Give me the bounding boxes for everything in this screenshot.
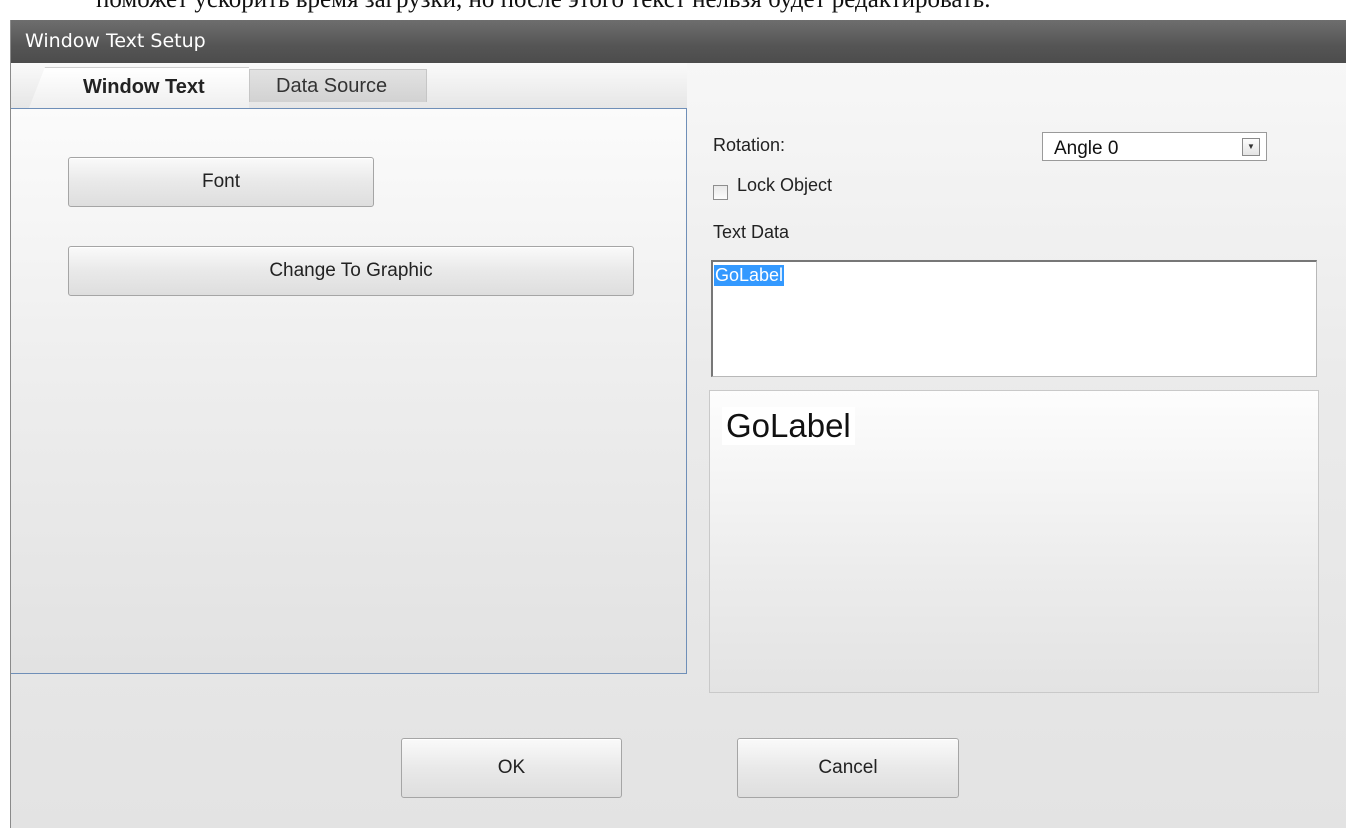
title-bar[interactable]: Window Text Setup: [11, 20, 1346, 63]
document-caption-text: поможет ускорить время загрузки, но посл…: [96, 0, 990, 14]
preview-text: GoLabel: [722, 407, 855, 445]
dialog-content: Window Text Data Source Font Change To G…: [11, 63, 1346, 828]
cancel-button[interactable]: Cancel: [737, 738, 959, 798]
tab-strip: Window Text Data Source: [11, 63, 687, 108]
ok-button-label: OK: [497, 757, 526, 778]
rotation-select-value: Angle 0: [1054, 138, 1119, 159]
rotation-select[interactable]: Angle 0 ▼: [1042, 132, 1267, 161]
change-to-graphic-button-label: Change To Graphic: [269, 260, 433, 281]
window-text-setup-dialog: Window Text Setup Window Text Data Sourc…: [10, 20, 1346, 828]
window-text-tab-panel: Font Change To Graphic: [11, 108, 687, 674]
tab-window-text[interactable]: Window Text: [29, 67, 249, 108]
rotation-label: Rotation:: [713, 135, 786, 155]
tab-data-source-label: Data Source: [276, 75, 388, 97]
text-data-input[interactable]: GoLabel: [711, 260, 1317, 377]
tab-window-text-label: Window Text: [83, 76, 205, 98]
ok-button[interactable]: OK: [401, 738, 622, 798]
lock-object-checkbox[interactable]: [713, 185, 728, 200]
change-to-graphic-button[interactable]: Change To Graphic: [68, 246, 634, 296]
text-data-selected-text[interactable]: GoLabel: [714, 265, 785, 286]
lock-object-label[interactable]: Lock Object: [737, 175, 832, 196]
font-button-label: Font: [201, 171, 241, 192]
document-caption: поможет ускорить время загрузки, но посл…: [0, 0, 1346, 20]
window-title: Window Text Setup: [25, 30, 206, 52]
tab-data-source[interactable]: Data Source: [249, 69, 427, 102]
font-button[interactable]: Font: [68, 157, 374, 207]
cancel-button-label: Cancel: [818, 757, 878, 778]
chevron-down-icon[interactable]: ▼: [1242, 138, 1260, 156]
text-data-label: Text Data: [713, 222, 790, 242]
text-preview-area: GoLabel: [709, 390, 1319, 693]
